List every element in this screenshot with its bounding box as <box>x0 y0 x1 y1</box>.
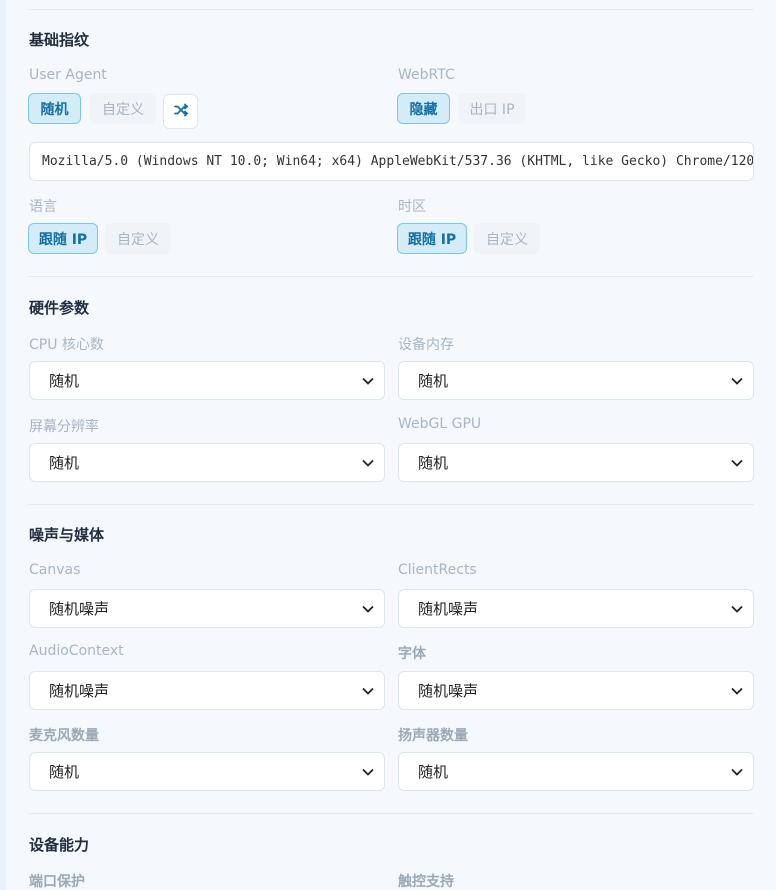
chevron-down-icon <box>731 687 743 695</box>
microphone-count-label: 麦克风数量 <box>29 728 99 744</box>
divider <box>28 9 754 10</box>
clientrects-value: 随机噪声 <box>418 600 479 618</box>
user-agent-label: User Agent <box>29 67 107 83</box>
speaker-count-label: 扬声器数量 <box>398 728 468 744</box>
audiocontext-select[interactable]: 随机噪声 <box>29 671 385 710</box>
cpu-cores-select[interactable]: 随机 <box>29 361 385 400</box>
section-title-hardware: 硬件参数 <box>29 299 90 317</box>
webgl-gpu-label: WebGL GPU <box>398 416 482 432</box>
device-memory-value: 随机 <box>418 372 449 390</box>
chevron-down-icon <box>362 768 374 776</box>
audiocontext-label: AudioContext <box>29 643 124 659</box>
webgl-gpu-select[interactable]: 随机 <box>398 443 754 482</box>
canvas-label: Canvas <box>29 562 81 578</box>
microphone-count-select[interactable]: 随机 <box>29 752 385 791</box>
fonts-label: 字体 <box>398 646 426 662</box>
fonts-select[interactable]: 随机噪声 <box>398 671 754 710</box>
user-agent-input[interactable]: Mozilla/5.0 (Windows NT 10.0; Win64; x64… <box>29 142 754 181</box>
screen-resolution-select[interactable]: 随机 <box>29 443 385 482</box>
microphone-count-value: 随机 <box>49 763 80 781</box>
chevron-down-icon <box>362 459 374 467</box>
speaker-count-value: 随机 <box>418 763 449 781</box>
user-agent-option-random[interactable]: 随机 <box>28 93 81 124</box>
chevron-down-icon <box>362 377 374 385</box>
chevron-down-icon <box>731 605 743 613</box>
chevron-down-icon <box>731 459 743 467</box>
screen-resolution-label: 屏幕分辨率 <box>29 419 99 435</box>
language-option-follow-ip[interactable]: 跟随 IP <box>28 223 98 254</box>
user-agent-value: Mozilla/5.0 (Windows NT 10.0; Win64; x64… <box>42 154 754 169</box>
device-memory-select[interactable]: 随机 <box>398 361 754 400</box>
timezone-option-follow-ip[interactable]: 跟随 IP <box>397 223 467 254</box>
shuffle-user-agent-button[interactable] <box>163 94 198 129</box>
speaker-count-select[interactable]: 随机 <box>398 752 754 791</box>
webrtc-option-hide[interactable]: 隐藏 <box>397 93 450 124</box>
language-option-custom[interactable]: 自定义 <box>105 223 171 254</box>
timezone-option-custom[interactable]: 自定义 <box>474 223 540 254</box>
chevron-down-icon <box>362 687 374 695</box>
section-title-capability: 设备能力 <box>29 836 90 854</box>
section-title-noise: 噪声与媒体 <box>29 526 105 544</box>
canvas-value: 随机噪声 <box>49 600 110 618</box>
webrtc-label: WebRTC <box>398 67 455 83</box>
language-label: 语言 <box>29 199 57 215</box>
audiocontext-value: 随机噪声 <box>49 682 110 700</box>
device-memory-label: 设备内存 <box>398 337 454 353</box>
touch-support-label: 触控支持 <box>398 874 454 890</box>
screen-resolution-value: 随机 <box>49 454 80 472</box>
chevron-down-icon <box>731 768 743 776</box>
webgl-gpu-value: 随机 <box>418 454 449 472</box>
clientrects-select[interactable]: 随机噪声 <box>398 589 754 628</box>
settings-panel: 基础指纹 User Agent 随机 自定义 WebRTC 隐藏 出口 IP M… <box>6 0 776 890</box>
shuffle-icon <box>173 102 188 121</box>
port-protection-label: 端口保护 <box>29 874 85 890</box>
user-agent-option-custom[interactable]: 自定义 <box>90 93 156 124</box>
divider <box>28 813 754 814</box>
cpu-cores-value: 随机 <box>49 372 80 390</box>
fonts-value: 随机噪声 <box>418 682 479 700</box>
webrtc-option-exit-ip[interactable]: 出口 IP <box>459 93 525 124</box>
canvas-select[interactable]: 随机噪声 <box>29 589 385 628</box>
clientrects-label: ClientRects <box>398 562 477 578</box>
divider <box>28 504 754 505</box>
chevron-down-icon <box>362 605 374 613</box>
cpu-cores-label: CPU 核心数 <box>29 337 104 353</box>
section-title-fingerprint: 基础指纹 <box>29 31 90 49</box>
timezone-label: 时区 <box>398 199 426 215</box>
chevron-down-icon <box>731 377 743 385</box>
divider <box>28 276 754 277</box>
